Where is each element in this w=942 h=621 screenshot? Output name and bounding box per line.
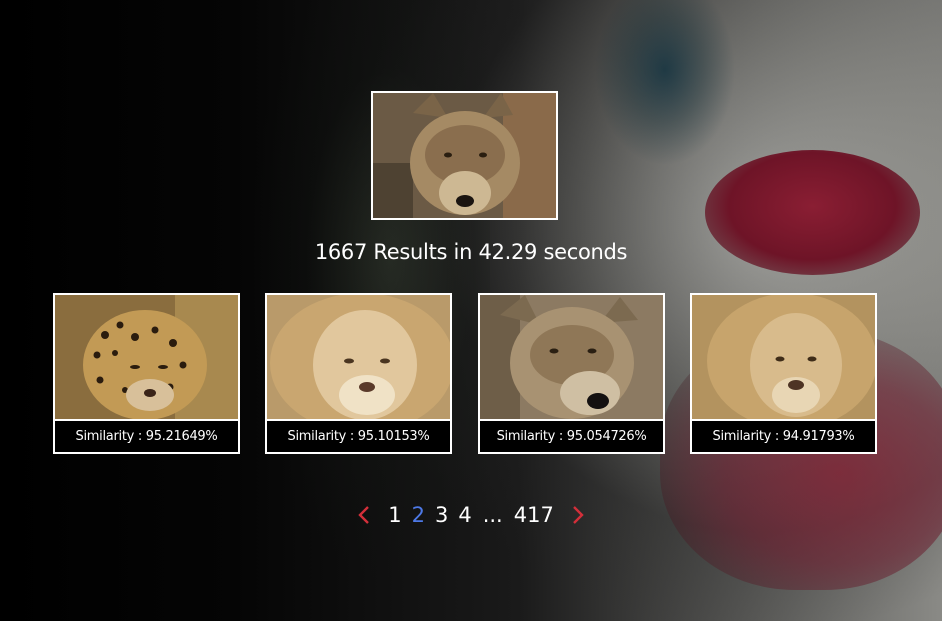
page-background: 1667 Results in 42.29 seconds Similarity [0, 0, 942, 621]
pagination-ellipsis: ... [482, 503, 503, 527]
similarity-label: Similarity : 95.21649% [55, 419, 238, 450]
page-link-3[interactable]: 3 [430, 503, 453, 527]
pagination: 1 2 3 4 ... 417 [0, 500, 942, 530]
wolf-photo [480, 295, 663, 419]
result-thumbnail[interactable] [267, 295, 450, 419]
page-link-1[interactable]: 1 [383, 503, 406, 527]
chevron-left-icon[interactable] [353, 500, 375, 530]
chevron-right-icon[interactable] [567, 500, 589, 530]
page-link-4[interactable]: 4 [453, 503, 476, 527]
leopard-photo [55, 295, 238, 419]
result-thumbnail[interactable] [480, 295, 663, 419]
result-card[interactable]: Similarity : 94.91793% [690, 293, 877, 454]
result-card[interactable]: Similarity : 95.054726% [478, 293, 665, 454]
lion-photo [267, 295, 450, 419]
similarity-label: Similarity : 95.10153% [267, 419, 450, 450]
result-card[interactable]: Similarity : 95.21649% [53, 293, 240, 454]
background-eye-makeup [590, 0, 740, 190]
page-link-last[interactable]: 417 [509, 503, 559, 527]
page-link-2-active[interactable]: 2 [407, 503, 430, 527]
result-thumbnail[interactable] [55, 295, 238, 419]
results-summary: 1667 Results in 42.29 seconds [314, 240, 628, 264]
query-image [371, 91, 558, 220]
similarity-label: Similarity : 94.91793% [692, 419, 875, 450]
result-card[interactable]: Similarity : 95.10153% [265, 293, 452, 454]
similarity-label: Similarity : 95.054726% [480, 419, 663, 450]
lion-photo [692, 295, 875, 419]
wolf-photo [373, 93, 556, 218]
result-thumbnail[interactable] [692, 295, 875, 419]
